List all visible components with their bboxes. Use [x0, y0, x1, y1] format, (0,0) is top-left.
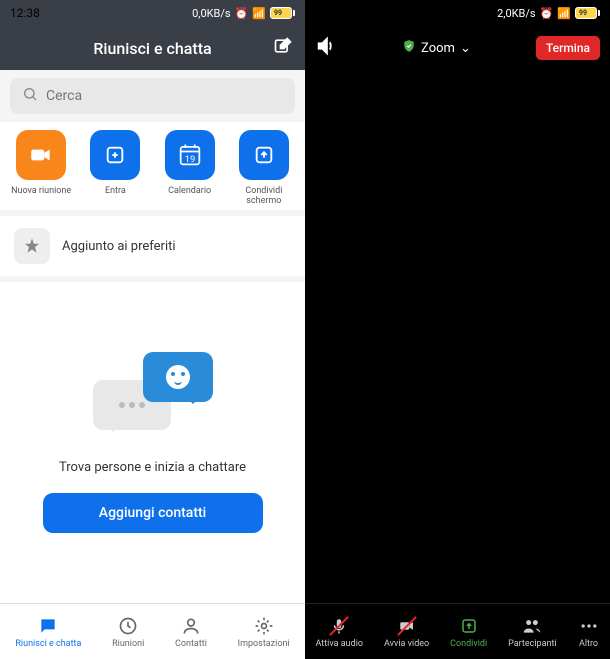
calendar-icon: 19: [176, 141, 204, 169]
tab-meetings[interactable]: Riunioni: [112, 615, 144, 649]
compose-icon[interactable]: [273, 36, 293, 60]
search-icon: [22, 86, 38, 106]
tab-contacts[interactable]: Contatti: [175, 615, 207, 649]
search-input[interactable]: [46, 88, 283, 104]
quick-actions: Nuova riunione Entra 19 Calendario Condi…: [0, 122, 305, 210]
start-video-button[interactable]: Avvia video: [384, 615, 429, 649]
empty-text: Trova persone e inizia a chattare: [59, 460, 246, 475]
battery-indicator: 99: [575, 7, 600, 19]
clock: 12:47: [315, 6, 345, 20]
join-button[interactable]: Entra: [80, 130, 150, 206]
status-indicators: 0,0KB/s ⏰ 📶 99: [192, 7, 295, 20]
tab-chat[interactable]: Riunisci e chatta: [15, 615, 81, 649]
empty-state: Trova persone e inizia a chattare Aggiun…: [0, 282, 305, 603]
bottom-nav: Riunisci e chatta Riunioni Contatti Impo…: [0, 603, 305, 659]
left-screenshot: 12:38 0,0KB/s ⏰ 📶 99 Riunisci e chatta N…: [0, 0, 305, 659]
status-indicators: 2,0KB/s ⏰ 📶 99: [497, 7, 600, 20]
app-header: Riunisci e chatta: [0, 26, 305, 70]
calendar-button[interactable]: 19 Calendario: [155, 130, 225, 206]
chat-bubble-icon: [37, 615, 59, 637]
video-off-icon: [396, 615, 418, 637]
share-up-icon: [458, 615, 480, 637]
chevron-down-icon: ⌄: [460, 41, 471, 56]
add-contacts-button[interactable]: Aggiungi contatti: [43, 493, 263, 533]
video-icon: [28, 142, 54, 168]
shield-check-icon: [402, 39, 416, 57]
upload-icon: [253, 144, 275, 166]
meeting-title[interactable]: Zoom ⌄: [402, 39, 471, 57]
unmute-button[interactable]: Attiva audio: [315, 615, 363, 649]
mic-off-icon: [328, 615, 350, 637]
people-icon: [521, 615, 543, 637]
favorites-label: Aggiunto ai preferiti: [62, 239, 176, 254]
alarm-icon: ⏰: [540, 7, 554, 20]
share-screen-button[interactable]: Condividi schermo: [229, 130, 299, 206]
more-icon: [578, 615, 600, 637]
status-bar: 12:38 0,0KB/s ⏰ 📶 99: [0, 0, 305, 26]
more-button[interactable]: Altro: [578, 615, 600, 649]
person-icon: [180, 615, 202, 637]
signal-icon: 📶: [252, 7, 266, 20]
meeting-top-bar: Zoom ⌄ Termina: [305, 26, 610, 70]
right-screenshot: 12:47 2,0KB/s ⏰ 📶 99 Zoom ⌄ Termina Atti…: [305, 0, 610, 659]
star-icon: [14, 228, 50, 264]
signal-icon: 📶: [557, 7, 571, 20]
search-box[interactable]: [10, 78, 295, 114]
header-title: Riunisci e chatta: [93, 39, 211, 58]
chat-illustration: [93, 352, 213, 442]
status-bar: 12:47 2,0KB/s ⏰ 📶 99: [305, 0, 610, 26]
alarm-icon: ⏰: [235, 7, 249, 20]
favorites-row[interactable]: Aggiunto ai preferiti: [0, 216, 305, 276]
search-container: [0, 70, 305, 122]
participants-button[interactable]: Partecipanti: [508, 615, 556, 649]
new-meeting-button[interactable]: Nuova riunione: [6, 130, 76, 206]
battery-indicator: 99: [270, 7, 295, 19]
share-button[interactable]: Condividi: [450, 615, 487, 649]
svg-text:19: 19: [184, 154, 195, 165]
plus-icon: [104, 144, 126, 166]
meeting-bottom-nav: Attiva audio Avvia video Condividi Parte…: [305, 603, 610, 659]
speaker-icon[interactable]: [315, 35, 337, 61]
meeting-video-area[interactable]: [305, 70, 610, 603]
gear-icon: [253, 615, 275, 637]
end-meeting-button[interactable]: Termina: [536, 36, 600, 60]
tab-settings[interactable]: Impostazioni: [238, 615, 290, 649]
clock-icon: [117, 615, 139, 637]
clock: 12:38: [10, 6, 40, 20]
